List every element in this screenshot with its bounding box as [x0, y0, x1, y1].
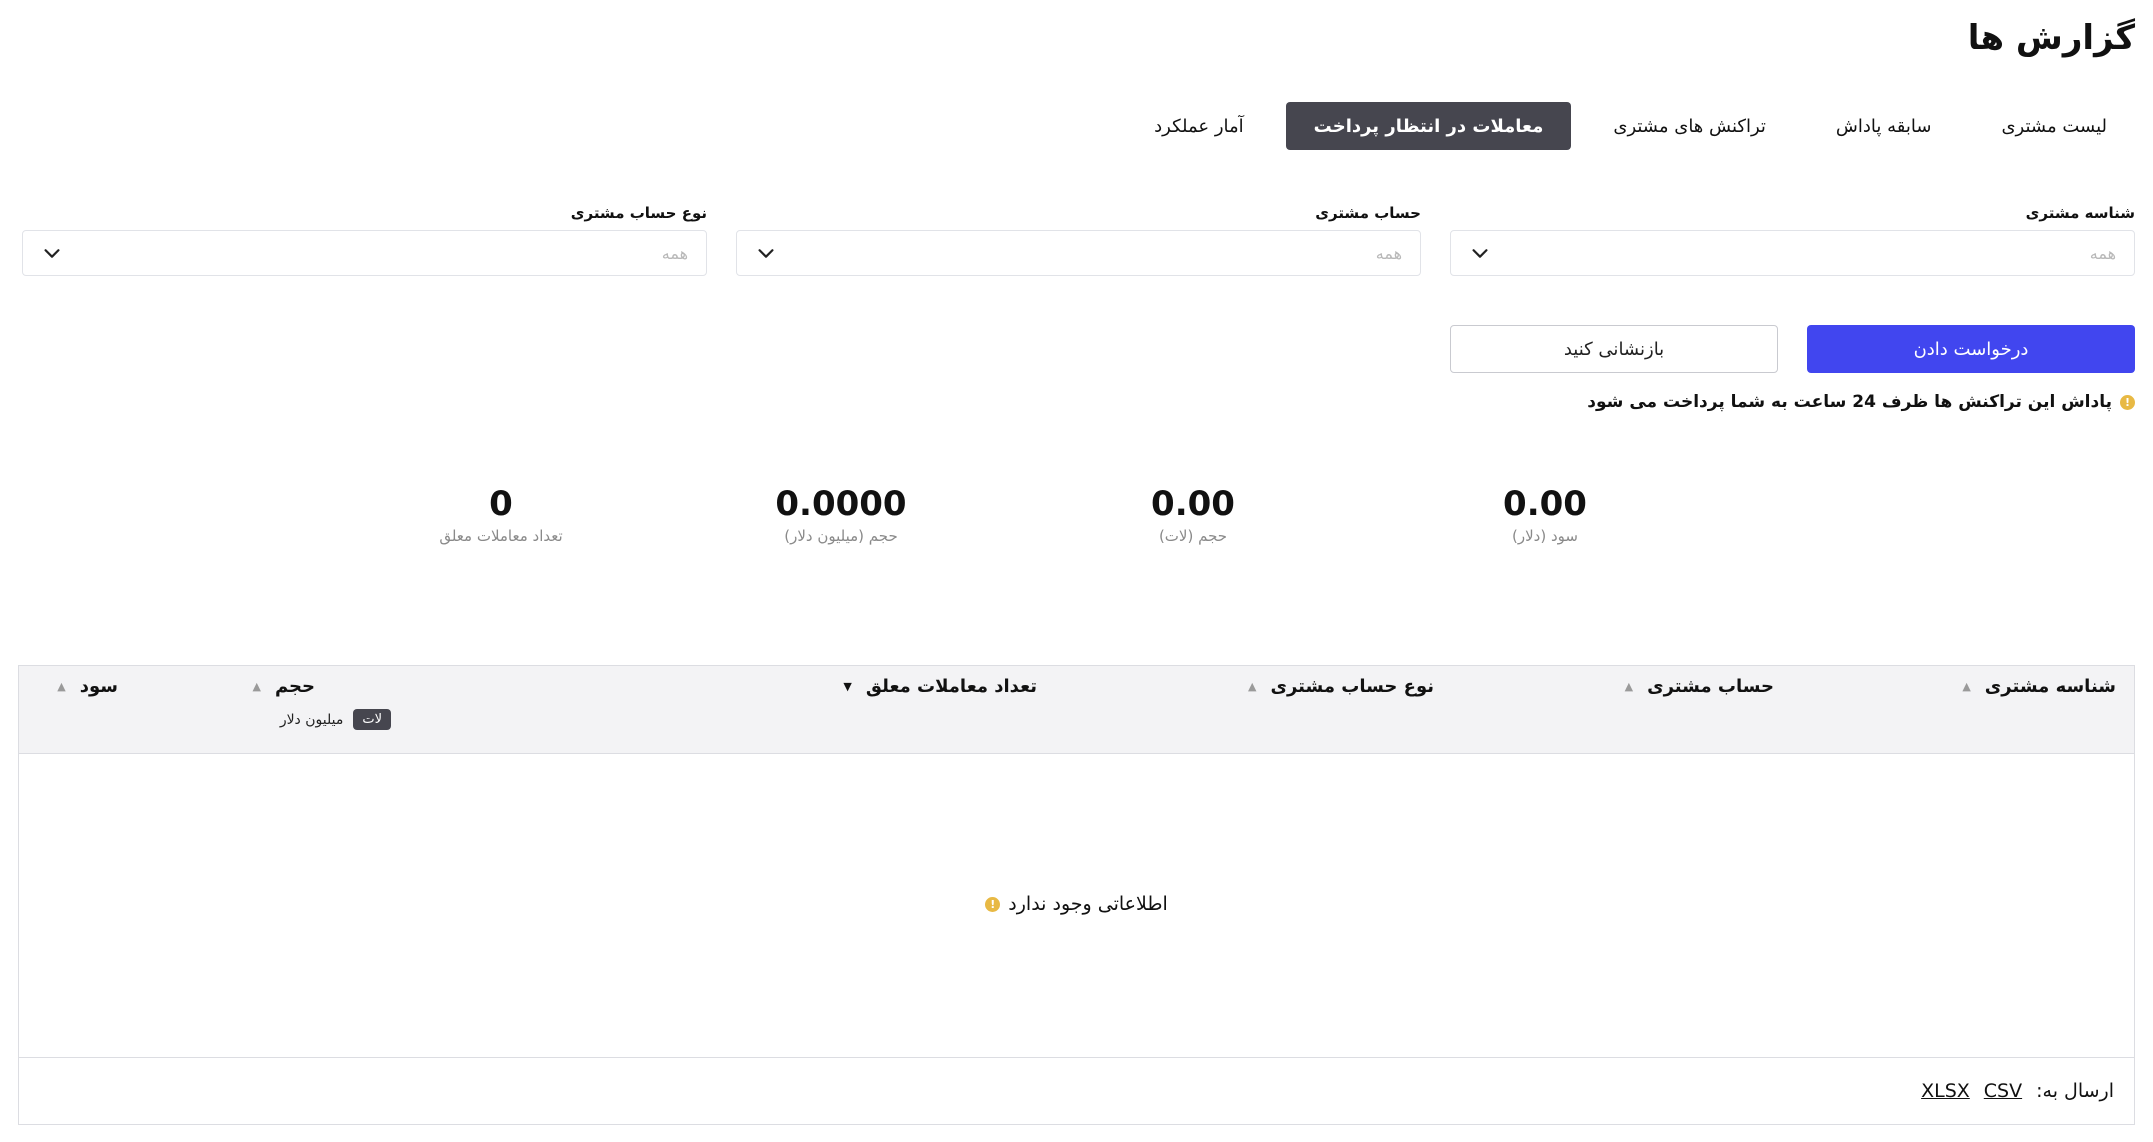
- unit-lot-button[interactable]: لات: [353, 709, 391, 730]
- select-value: همه: [661, 243, 688, 263]
- filter-label: حساب مشتری: [1315, 204, 1421, 222]
- export-bar: ارسال به: CSV XLSX: [19, 1057, 2134, 1124]
- filter-label: شناسه مشتری: [2025, 204, 2135, 222]
- column-pending-count[interactable]: تعداد معاملات معلق ▼: [843, 676, 1037, 697]
- column-volume[interactable]: حجم ▲: [252, 676, 315, 697]
- filter-label: نوع حساب مشتری: [570, 204, 707, 222]
- tab-customer-list[interactable]: لیست مشتری: [1973, 102, 2135, 150]
- filter-customer-id: شناسه مشتری همه: [1450, 204, 2135, 276]
- stat-label: تعداد معاملات معلق: [439, 527, 563, 546]
- tab-performance-stats[interactable]: آمار عملکرد: [1126, 102, 1272, 150]
- stat-value: 0.00: [1151, 484, 1235, 524]
- sort-up-icon: ▲: [252, 680, 261, 693]
- column-label: شناسه مشتری: [1984, 676, 2116, 697]
- stat-value: 0.00: [1503, 484, 1587, 524]
- table-header: شناسه مشتری ▲ حساب مشتری ▲ نوع حساب مشتر…: [19, 666, 2134, 754]
- column-label: حجم: [274, 676, 315, 697]
- stat-label: حجم (لات): [1158, 527, 1228, 546]
- column-account-type[interactable]: نوع حساب مشتری ▲: [1248, 676, 1434, 697]
- customer-account-select[interactable]: همه: [736, 230, 1421, 276]
- select-value: همه: [2089, 243, 2116, 263]
- sort-up-icon: ▲: [57, 680, 66, 693]
- export-label: ارسال به:: [2036, 1080, 2114, 1102]
- stat-profit: 0.00 سود (دلار): [1415, 484, 1675, 546]
- stat-volume-lot: 0.00 حجم (لات): [1063, 484, 1323, 546]
- export-xlsx-link[interactable]: XLSX: [1921, 1080, 1970, 1102]
- volume-unit-toggle: لات میلیون دلار: [280, 709, 391, 730]
- column-label: حساب مشتری: [1647, 676, 1774, 697]
- stat-volume-musd: 0.0000 حجم (میلیون دلار): [711, 484, 971, 546]
- chevron-down-icon: [44, 249, 60, 258]
- empty-state: اطلاعاتی وجود ندارد !: [19, 893, 2134, 915]
- filter-account-type: نوع حساب مشتری همه: [22, 204, 707, 276]
- empty-state-text: اطلاعاتی وجود ندارد: [1008, 893, 1168, 915]
- column-label: سود: [79, 676, 118, 697]
- stat-pending-count: 0 تعداد معاملات معلق: [391, 484, 611, 546]
- chevron-down-icon: [758, 249, 774, 258]
- column-customer-id[interactable]: شناسه مشتری ▲: [1962, 676, 2116, 697]
- select-value: همه: [1375, 243, 1402, 263]
- column-label: تعداد معاملات معلق: [865, 676, 1037, 697]
- payout-notice-text: پاداش این تراکنش ها ظرف 24 ساعت به شما پ…: [1587, 392, 2112, 412]
- sort-up-icon: ▲: [1624, 680, 1634, 693]
- chevron-down-icon: [1472, 249, 1488, 258]
- stat-value: 0.0000: [775, 484, 907, 524]
- info-icon: !: [985, 896, 1001, 912]
- unit-million-usd-button[interactable]: میلیون دلار: [280, 712, 344, 728]
- info-icon: !: [2120, 394, 2135, 410]
- page-title: گزارش ها: [1967, 18, 2135, 58]
- stat-value: 0: [489, 484, 513, 524]
- column-profit[interactable]: سود ▲: [57, 676, 118, 697]
- reset-button[interactable]: بازنشانی کنید: [1450, 325, 1778, 373]
- stat-label: حجم (میلیون دلار): [784, 527, 898, 546]
- export-csv-link[interactable]: CSV: [1984, 1080, 2022, 1102]
- sort-down-icon: ▼: [843, 680, 852, 693]
- stat-label: سود (دلار): [1512, 527, 1578, 546]
- column-customer-account[interactable]: حساب مشتری ▲: [1625, 676, 1774, 697]
- column-label: نوع حساب مشتری: [1270, 676, 1434, 697]
- submit-request-button[interactable]: درخواست دادن: [1807, 325, 2135, 373]
- tab-customer-transactions[interactable]: تراکنش های مشتری: [1585, 102, 1794, 150]
- account-type-select[interactable]: همه: [22, 230, 707, 276]
- sort-up-icon: ▲: [1962, 680, 1971, 693]
- customer-id-select[interactable]: همه: [1450, 230, 2135, 276]
- filter-customer-account: حساب مشتری همه: [736, 204, 1421, 276]
- report-tabs: لیست مشتری سابقه پاداش تراکنش های مشتری …: [1126, 102, 2135, 150]
- payout-notice: ! پاداش این تراکنش ها ظرف 24 ساعت به شما…: [1587, 392, 2135, 412]
- pending-trades-table: شناسه مشتری ▲ حساب مشتری ▲ نوع حساب مشتر…: [18, 665, 2135, 1125]
- sort-up-icon: ▲: [1248, 680, 1257, 693]
- tab-pending-trades[interactable]: معاملات در انتظار پرداخت: [1285, 102, 1572, 150]
- tab-reward-history[interactable]: سابقه پاداش: [1808, 102, 1960, 150]
